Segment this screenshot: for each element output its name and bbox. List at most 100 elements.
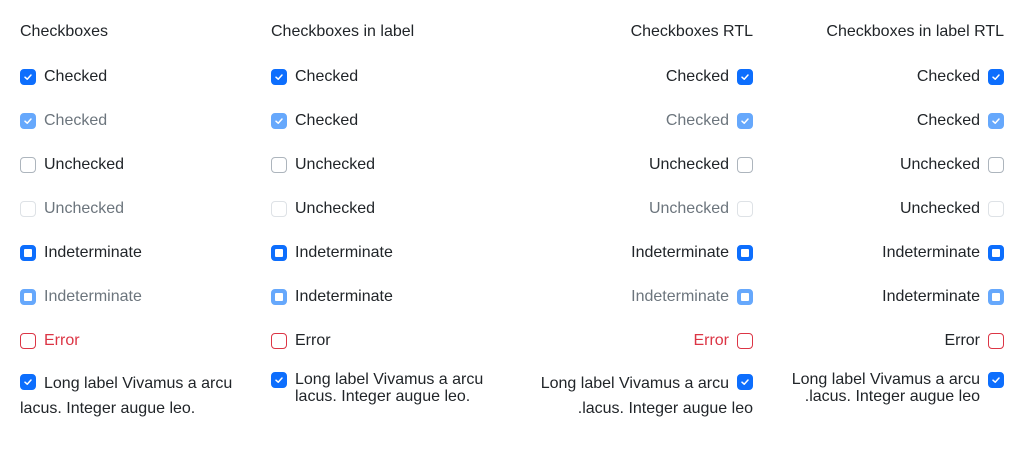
- checkbox-column: Checkboxes RTL Checked Checked Unchecked Unc…: [520, 10, 753, 421]
- checkbox-label[interactable]: Checked: [917, 112, 980, 130]
- check-icon: [24, 379, 32, 385]
- checkbox-label: Error: [693, 332, 729, 349]
- checkbox-item[interactable]: Unchecked: [771, 143, 1004, 187]
- checkbox-item[interactable]: Checked: [771, 99, 1004, 143]
- check-icon: [24, 74, 32, 80]
- checkbox[interactable]: [20, 201, 36, 217]
- checkbox[interactable]: [737, 113, 753, 129]
- checkbox-item-long[interactable]: Long label Vivamus a arcu lacus. Integer…: [20, 363, 253, 421]
- checkbox[interactable]: [20, 289, 36, 305]
- checkbox-label[interactable]: Long label Vivamus a arcu lacus. Integer…: [779, 371, 980, 405]
- checkbox-item[interactable]: Checked: [771, 55, 1004, 99]
- checkbox-label[interactable]: Unchecked: [295, 200, 375, 218]
- checkbox[interactable]: [20, 113, 36, 129]
- checkbox[interactable]: [271, 333, 287, 349]
- checkbox-label: Checked: [665, 112, 729, 129]
- checkbox-label: Indeterminate: [44, 288, 142, 305]
- checkbox[interactable]: [20, 157, 36, 173]
- checkbox-item[interactable]: Indeterminate: [520, 231, 753, 275]
- checkbox[interactable]: [20, 69, 36, 85]
- checkbox-label[interactable]: Checked: [917, 68, 980, 86]
- checkbox-label[interactable]: Unchecked: [900, 200, 980, 218]
- checkbox[interactable]: [737, 157, 753, 173]
- checkbox-item[interactable]: Checked: [520, 55, 753, 99]
- checkbox-item[interactable]: Error: [271, 319, 504, 363]
- checkbox-label[interactable]: Error: [944, 332, 980, 350]
- checkbox-item[interactable]: Indeterminate: [520, 275, 753, 319]
- checkbox-item[interactable]: Unchecked: [520, 143, 753, 187]
- check-icon: [992, 118, 1000, 124]
- checkbox-item[interactable]: Indeterminate: [20, 275, 253, 319]
- check-icon: [24, 118, 32, 124]
- checkbox-label[interactable]: Indeterminate: [882, 288, 980, 306]
- checkbox-label[interactable]: Error: [295, 332, 331, 350]
- checkbox[interactable]: [271, 245, 287, 261]
- checkbox[interactable]: [988, 372, 1004, 388]
- checkbox-label: Unchecked: [44, 200, 125, 217]
- checkbox-item[interactable]: Unchecked: [520, 187, 753, 231]
- checkbox[interactable]: [988, 333, 1004, 349]
- checkbox[interactable]: [737, 201, 753, 217]
- checkbox-item[interactable]: Checked: [271, 99, 504, 143]
- checkbox[interactable]: [988, 245, 1004, 261]
- checkbox[interactable]: [271, 157, 287, 173]
- checkbox-label[interactable]: Indeterminate: [295, 288, 393, 306]
- checkbox-item-long[interactable]: Long label Vivamus a arcu lacus. Integer…: [520, 363, 753, 421]
- checkbox-item[interactable]: Checked: [271, 55, 504, 99]
- checkbox-label[interactable]: Indeterminate: [882, 244, 980, 262]
- checkbox-item-long[interactable]: Long label Vivamus a arcu lacus. Integer…: [771, 363, 1004, 405]
- checkbox[interactable]: [988, 289, 1004, 305]
- checkbox-item[interactable]: Unchecked: [20, 143, 253, 187]
- checkbox-item[interactable]: Unchecked: [20, 187, 253, 231]
- checkbox-label: Checked: [44, 68, 108, 85]
- checkbox[interactable]: [20, 374, 36, 390]
- checkbox[interactable]: [988, 201, 1004, 217]
- checkbox[interactable]: [737, 245, 753, 261]
- checkbox-label: Long label Vivamus a arcu lacus. Integer…: [540, 375, 753, 417]
- checkbox-item[interactable]: Unchecked: [271, 187, 504, 231]
- column-title: Checkboxes: [20, 23, 109, 40]
- checkbox-label: Checked: [665, 68, 729, 85]
- checkbox[interactable]: [737, 289, 753, 305]
- checkbox[interactable]: [20, 333, 36, 349]
- checkbox-label[interactable]: Checked: [295, 68, 358, 86]
- checkbox[interactable]: [988, 157, 1004, 173]
- checkbox-label: Indeterminate: [631, 244, 729, 261]
- checkbox-item[interactable]: Error: [771, 319, 1004, 363]
- checkbox-item[interactable]: Indeterminate: [20, 231, 253, 275]
- checkbox-label: Indeterminate: [44, 244, 142, 261]
- checkbox-item-long[interactable]: Long label Vivamus a arcu lacus. Integer…: [271, 363, 504, 405]
- checkbox-item[interactable]: Unchecked: [271, 143, 504, 187]
- checkbox[interactable]: [988, 113, 1004, 129]
- checkbox-label[interactable]: Checked: [295, 112, 358, 130]
- checkbox-label[interactable]: Unchecked: [900, 156, 980, 174]
- checkbox-item[interactable]: Indeterminate: [271, 275, 504, 319]
- checkbox[interactable]: [20, 245, 36, 261]
- checkbox-item[interactable]: Checked: [520, 99, 753, 143]
- checkbox[interactable]: [271, 289, 287, 305]
- checkbox-item[interactable]: Unchecked: [771, 187, 1004, 231]
- checkbox[interactable]: [271, 372, 287, 388]
- checkbox-item[interactable]: Error: [520, 319, 753, 363]
- checkbox-label: Indeterminate: [631, 288, 729, 305]
- checkbox-item[interactable]: Indeterminate: [271, 231, 504, 275]
- checkbox[interactable]: [988, 69, 1004, 85]
- checkbox[interactable]: [737, 333, 753, 349]
- check-icon: [992, 377, 1000, 383]
- checkbox-item[interactable]: Checked: [20, 99, 253, 143]
- checkbox-label[interactable]: Unchecked: [295, 156, 375, 174]
- checkbox-label[interactable]: Long label Vivamus a arcu lacus. Integer…: [295, 371, 496, 405]
- check-icon: [741, 379, 749, 385]
- checkbox-item[interactable]: Checked: [20, 55, 253, 99]
- check-icon: [275, 118, 283, 124]
- check-icon: [275, 74, 283, 80]
- checkbox-item[interactable]: Error: [20, 319, 253, 363]
- checkbox[interactable]: [737, 69, 753, 85]
- checkbox-item[interactable]: Indeterminate: [771, 275, 1004, 319]
- checkbox-label[interactable]: Indeterminate: [295, 244, 393, 262]
- checkbox[interactable]: [271, 201, 287, 217]
- checkbox[interactable]: [271, 69, 287, 85]
- checkbox[interactable]: [737, 374, 753, 390]
- checkbox[interactable]: [271, 113, 287, 129]
- checkbox-item[interactable]: Indeterminate: [771, 231, 1004, 275]
